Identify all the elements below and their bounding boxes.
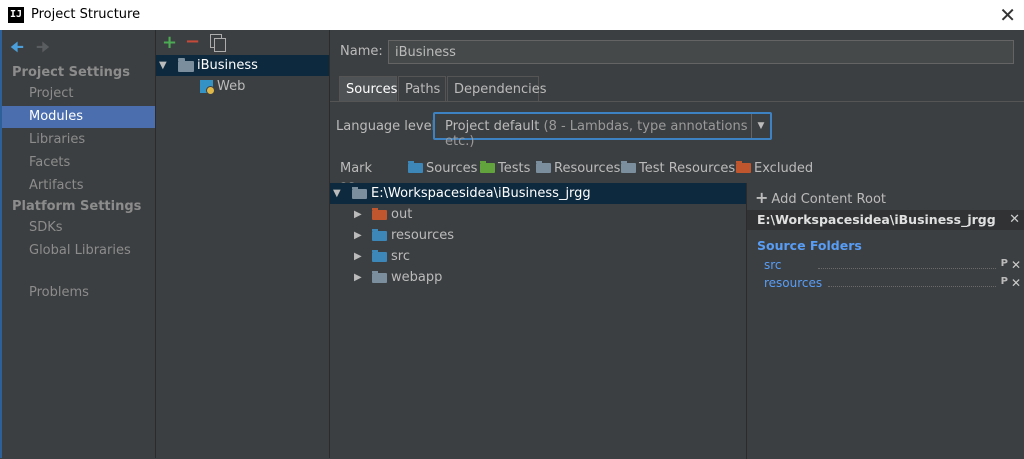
module-folder-icon xyxy=(178,58,194,72)
collapsed-triangle-icon[interactable]: ▶ xyxy=(354,267,362,288)
resources-folder-icon xyxy=(536,160,551,173)
dotted-leader xyxy=(818,268,996,269)
tab-paths[interactable]: Paths xyxy=(398,76,446,101)
chevron-down-icon[interactable]: ▼ xyxy=(751,114,770,138)
language-level-value: Project default (8 - Lambdas, type annot… xyxy=(445,119,748,149)
expand-triangle-icon[interactable]: ▼ xyxy=(159,55,167,76)
section-header-project-settings: Project Settings xyxy=(12,65,130,80)
module-tree-item-ibusiness[interactable]: ▼ iBusiness xyxy=(156,55,329,76)
facet-label: Web xyxy=(217,79,246,94)
folder-label: resources xyxy=(391,228,455,243)
remove-folder-icon[interactable]: ✕ xyxy=(1011,256,1021,274)
sidebar-item-global-libraries[interactable]: Global Libraries xyxy=(2,240,155,262)
intellij-logo-icon: IJ xyxy=(8,7,24,23)
dotted-leader xyxy=(828,286,996,287)
source-folder-name[interactable]: src xyxy=(764,256,782,274)
tree-item-src[interactable]: ▶ src xyxy=(330,246,746,267)
remove-folder-icon[interactable]: ✕ xyxy=(1011,274,1021,292)
minus-icon[interactable]: − xyxy=(185,31,200,52)
arrow-left-icon[interactable]: 🠈 xyxy=(10,37,24,62)
module-tree-item-web[interactable]: Web xyxy=(156,76,329,97)
folder-icon xyxy=(372,271,387,283)
tests-folder-icon xyxy=(480,160,495,173)
module-label: iBusiness xyxy=(197,58,258,73)
plus-icon: + xyxy=(755,188,769,207)
package-prefix-icon[interactable]: P xyxy=(1001,273,1008,291)
excluded-folder-icon xyxy=(736,160,751,173)
content-root-path: E:\Workspacesidea\iBusiness_jrgg xyxy=(757,212,996,227)
mark-as-excluded-button[interactable]: Excluded xyxy=(736,160,813,178)
source-folder-row: resources P ✕ xyxy=(764,274,1024,292)
folder-label: src xyxy=(391,249,410,264)
folder-label: out xyxy=(391,207,413,222)
test-resources-folder-icon xyxy=(621,160,636,173)
mark-as-sources-button[interactable]: Sources xyxy=(408,160,477,178)
module-settings: Name: Sources Paths Dependencies Languag… xyxy=(330,30,1024,459)
settings-sidebar: 🠈 🠊 Project Settings Project Modules Lib… xyxy=(2,30,156,458)
mark-as-tests-button[interactable]: Tests xyxy=(480,160,530,178)
source-folder-name[interactable]: resources xyxy=(764,274,822,292)
sidebar-item-facets[interactable]: Facets xyxy=(2,152,155,174)
folder-icon xyxy=(352,187,367,199)
mark-as-test-resources-button[interactable]: Test Resources xyxy=(621,160,735,178)
sidebar-item-project[interactable]: Project xyxy=(2,83,155,105)
content-root-header: E:\Workspacesidea\iBusiness_jrgg ✕ xyxy=(747,210,1024,230)
collapsed-triangle-icon[interactable]: ▶ xyxy=(354,204,362,225)
mark-as-resources-button[interactable]: Resources xyxy=(536,160,620,178)
sidebar-item-artifacts[interactable]: Artifacts xyxy=(2,175,155,197)
add-content-root-button[interactable]: + Add Content Root xyxy=(755,188,886,207)
sidebar-item-problems[interactable]: Problems xyxy=(2,282,155,304)
title-bar: IJ Project Structure ✕ xyxy=(0,0,1024,30)
remove-root-icon[interactable]: ✕ xyxy=(1009,210,1020,230)
content-root-details: + Add Content Root E:\Workspacesidea\iBus… xyxy=(747,183,1024,459)
excluded-folder-icon xyxy=(372,208,387,220)
language-level-label: Language level: xyxy=(336,119,440,134)
sidebar-item-modules[interactable]: Modules xyxy=(2,106,155,128)
content-root-label: E:\Workspacesidea\iBusiness_jrgg xyxy=(371,186,591,201)
content-root-tree: ▼ E:\Workspacesidea\iBusiness_jrgg ▶ out… xyxy=(330,183,747,459)
copy-icon[interactable] xyxy=(210,34,226,52)
source-folder-row: src P ✕ xyxy=(764,256,1024,274)
sources-tab-panel: Language level: Project default (8 - Lam… xyxy=(330,101,1024,459)
expand-triangle-icon[interactable]: ▼ xyxy=(333,183,341,204)
collapsed-triangle-icon[interactable]: ▶ xyxy=(354,246,362,267)
web-facet-icon xyxy=(200,80,215,95)
tree-item-content-root[interactable]: ▼ E:\Workspacesidea\iBusiness_jrgg xyxy=(330,183,746,204)
arrow-right-icon[interactable]: 🠊 xyxy=(36,37,50,62)
folder-label: webapp xyxy=(391,270,443,285)
name-label: Name: xyxy=(340,44,383,59)
tree-item-out[interactable]: ▶ out xyxy=(330,204,746,225)
source-folders-title: Source Folders xyxy=(757,238,862,253)
close-icon[interactable]: ✕ xyxy=(999,3,1016,27)
tab-sources[interactable]: Sources xyxy=(339,76,397,101)
collapsed-triangle-icon[interactable]: ▶ xyxy=(354,225,362,246)
section-header-platform-settings: Platform Settings xyxy=(12,199,142,214)
tree-item-webapp[interactable]: ▶ webapp xyxy=(330,267,746,288)
modules-toolbar: + − xyxy=(156,30,329,54)
modules-panel: + − ▼ iBusiness Web xyxy=(156,30,330,458)
language-level-select[interactable]: Project default (8 - Lambdas, type annot… xyxy=(433,112,772,149)
sidebar-item-sdks[interactable]: SDKs xyxy=(2,217,155,239)
window-title: Project Structure xyxy=(31,7,141,22)
sources-folder-icon xyxy=(372,229,387,241)
sources-folder-icon xyxy=(408,160,423,173)
plus-icon[interactable]: + xyxy=(162,32,177,53)
tree-item-resources[interactable]: ▶ resources xyxy=(330,225,746,246)
package-prefix-icon[interactable]: P xyxy=(1001,255,1008,273)
tab-dependencies[interactable]: Dependencies xyxy=(447,76,547,101)
module-name-input[interactable] xyxy=(388,40,1014,64)
sidebar-item-libraries[interactable]: Libraries xyxy=(2,129,155,151)
sources-folder-icon xyxy=(372,250,387,262)
